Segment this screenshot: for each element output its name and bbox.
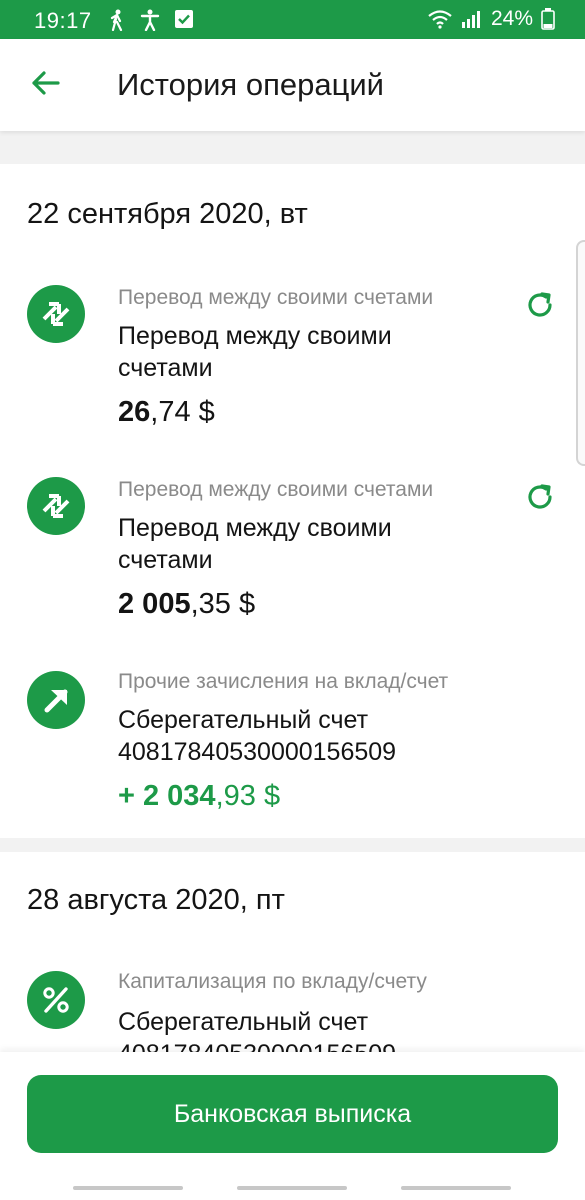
operation-account-number: 40817840530000156509 <box>118 738 397 766</box>
operation-amount: 2 005,35 $ <box>118 588 256 620</box>
status-time: 19:17 <box>34 8 92 33</box>
back-arrow-icon[interactable] <box>28 65 64 101</box>
incoming-arrow-icon <box>27 671 85 729</box>
section-divider <box>0 838 585 852</box>
operation-category: Перевод между своими счетами <box>118 286 434 309</box>
operation-item[interactable]: Капитализация по вкладу/счету Сберегател… <box>0 966 585 1052</box>
nav-handle[interactable] <box>237 1186 347 1190</box>
accessibility-icon <box>140 9 160 31</box>
operation-name: Перевод между своими счетами <box>118 514 392 574</box>
scrollbar-thumb[interactable] <box>576 240 585 466</box>
date-header: 28 августа 2020, пт <box>27 884 285 916</box>
system-navigation-bar <box>0 1175 585 1200</box>
nav-handle[interactable] <box>73 1186 183 1190</box>
operation-item[interactable]: Перевод между своими счетами Перевод меж… <box>0 280 585 440</box>
operation-name-line1: Сберегательный счет <box>118 706 369 734</box>
operation-category: Перевод между своими счетами <box>118 478 434 501</box>
status-bar: 19:17 24% <box>0 0 585 39</box>
operation-name-line1: Сберегательный счет <box>118 1008 369 1036</box>
repeat-icon[interactable] <box>524 289 556 321</box>
operation-amount: + 2 034,93 $ <box>118 780 281 812</box>
bank-statement-button[interactable]: Банковская выписка <box>27 1075 558 1153</box>
operation-item[interactable]: Перевод между своими счетами Перевод меж… <box>0 472 585 632</box>
repeat-icon[interactable] <box>524 481 556 513</box>
section-divider <box>0 131 585 164</box>
operation-name: Перевод между своими счетами <box>118 322 392 382</box>
date-header: 22 сентября 2020, вт <box>27 198 308 230</box>
walking-person-icon <box>110 9 123 31</box>
transfer-arrows-icon <box>27 477 85 535</box>
operation-amount: 26,74 $ <box>118 396 215 428</box>
battery-icon <box>541 8 555 30</box>
checkbox-icon <box>175 10 193 28</box>
app-bar: История операций <box>0 39 585 131</box>
signal-icon <box>461 11 480 28</box>
wifi-icon <box>428 10 452 29</box>
nav-handle[interactable] <box>401 1186 511 1190</box>
page-title: История операций <box>117 67 384 102</box>
operation-category: Прочие зачисления на вклад/счет <box>118 670 449 693</box>
operation-category: Капитализация по вкладу/счету <box>118 970 427 993</box>
operation-item[interactable]: Прочие зачисления на вклад/счет Сберегат… <box>0 666 585 826</box>
battery-percent: 24% <box>490 7 533 30</box>
operation-account-number: 40817840530000156509 <box>118 1038 458 1052</box>
percent-icon <box>27 971 85 1029</box>
transfer-arrows-icon <box>27 285 85 343</box>
